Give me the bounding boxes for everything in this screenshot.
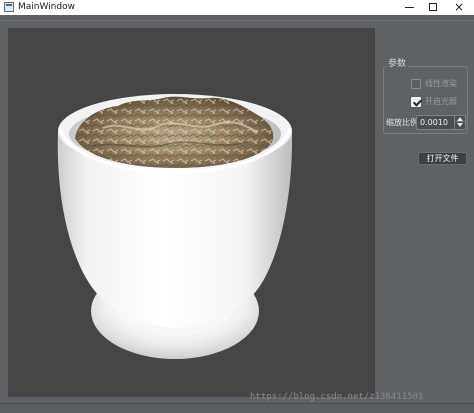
close-icon: ×	[453, 0, 465, 14]
linear-render-checkbox[interactable]	[411, 79, 421, 89]
render-viewport[interactable]	[8, 28, 375, 397]
minimize-button[interactable]	[398, 0, 420, 15]
spin-down-icon[interactable]	[455, 122, 465, 128]
maximize-icon	[429, 3, 437, 11]
cup-render	[57, 94, 293, 359]
maximize-button[interactable]	[422, 0, 444, 15]
minimize-icon	[404, 7, 414, 8]
window-title: MainWindow	[18, 2, 75, 12]
lighting-checkbox-row[interactable]: 开启光照	[411, 96, 457, 108]
spin-buttons	[454, 116, 465, 129]
scale-value[interactable]: 0.0010	[420, 117, 448, 129]
scale-label: 缩放比例	[386, 118, 418, 127]
params-group-title: 参数	[386, 59, 409, 70]
status-bar	[0, 403, 474, 413]
scale-spinbox[interactable]: 0.0010	[416, 115, 466, 130]
linear-render-label: 线性渲染	[425, 79, 457, 88]
title-bar: MainWindow ×	[0, 0, 474, 15]
open-file-button[interactable]: 打开文件	[418, 152, 467, 165]
watermark-text: https://blog.csdn.net/z136411501	[250, 392, 424, 402]
lighting-label: 开启光照	[425, 97, 457, 106]
close-button[interactable]: ×	[448, 0, 470, 15]
linear-render-checkbox-row[interactable]: 线性渲染	[411, 78, 457, 90]
app-window-icon	[4, 2, 14, 12]
lighting-checkbox[interactable]	[411, 97, 421, 107]
